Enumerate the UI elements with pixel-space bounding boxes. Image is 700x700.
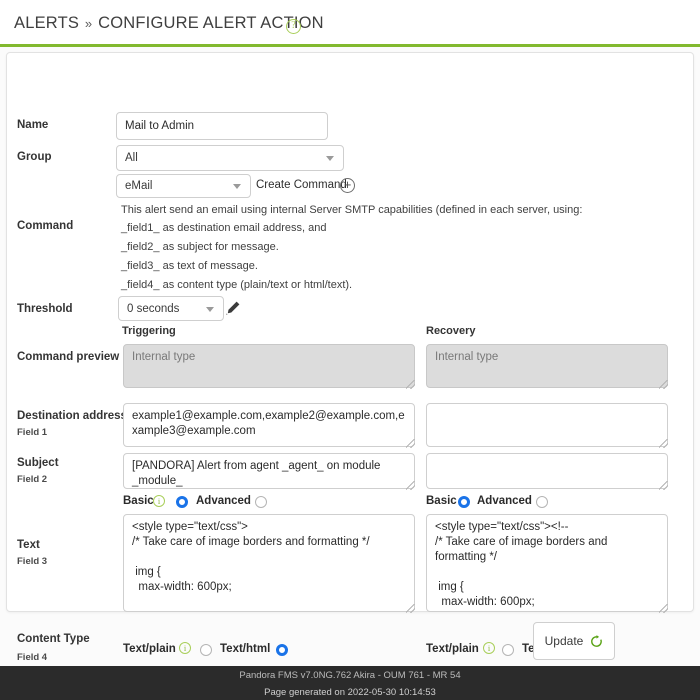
command-preview-triggering[interactable] (123, 344, 415, 388)
chevron-down-icon (326, 156, 334, 161)
field3-recovery-advanced-radio[interactable] (536, 496, 548, 508)
page-root: ALERTS » CONFIGURE ALERT ACTION ? Name G… (0, 0, 700, 700)
field1-triggering-input[interactable] (123, 403, 415, 447)
field2-triggering-input[interactable] (123, 453, 415, 489)
field3-triggering-basic-radio[interactable] (176, 496, 188, 508)
field4-sublabel: Field 4 (17, 652, 48, 663)
field3-recovery-input[interactable] (426, 514, 668, 612)
field3-triggering-input[interactable] (123, 514, 415, 612)
threshold-label: Threshold (17, 303, 73, 315)
command-description-line-4: _field3_ as text of message. (121, 260, 258, 272)
field3-recovery-basic-label[interactable]: Basic (426, 495, 457, 507)
field3-recovery-advanced-label[interactable]: Advanced (477, 495, 532, 507)
footer-timestamp: Page generated on 2022-05-30 10:14:53 (264, 687, 436, 698)
field3-triggering-basic-label[interactable]: Basic (123, 495, 154, 507)
field2-label: Subject (17, 457, 59, 469)
breadcrumb-separator: » (84, 16, 93, 31)
chevron-down-icon (233, 184, 241, 189)
command-label: Command (17, 220, 74, 232)
field1-label: Destination address (17, 410, 127, 422)
field4-label: Content Type (17, 633, 90, 645)
threshold-select[interactable]: 0 seconds (118, 296, 224, 321)
command-description-line-2: _field1_ as destination email address, a… (121, 222, 327, 234)
refresh-icon (591, 634, 603, 647)
group-select[interactable]: All (116, 145, 344, 171)
column-header-recovery: Recovery (426, 325, 476, 337)
field3-sublabel: Field 3 (17, 556, 48, 567)
help-icon[interactable]: ? (286, 19, 301, 34)
help-icon[interactable]: i (483, 642, 495, 654)
command-description-line-5: _field4_ as content type (plain/text or … (121, 279, 353, 291)
header-divider (0, 44, 700, 47)
breadcrumb-section[interactable]: ALERTS (14, 14, 79, 32)
field4-recovery-plain-radio[interactable] (502, 644, 514, 656)
field4-recovery-plain-label[interactable]: Text/plain (426, 643, 479, 655)
pencil-icon[interactable] (225, 300, 241, 316)
create-command-link[interactable]: Create Command (256, 179, 347, 191)
group-label: Group (17, 151, 52, 163)
breadcrumb: ALERTS » CONFIGURE ALERT ACTION (14, 14, 324, 33)
field2-recovery-input[interactable] (426, 453, 668, 489)
command-select-value: eMail (125, 180, 153, 192)
field4-triggering-html-label[interactable]: Text/html (220, 643, 270, 655)
page-footer: Pandora FMS v7.0NG.762 Akira - OUM 761 -… (0, 666, 700, 700)
field1-recovery-input[interactable] (426, 403, 668, 447)
field3-triggering-advanced-label[interactable]: Advanced (196, 495, 251, 507)
footer-version: Pandora FMS v7.0NG.762 Akira - OUM 761 -… (239, 670, 461, 681)
chevron-down-icon (206, 306, 214, 312)
group-select-value: All (125, 152, 138, 164)
alert-action-form-panel: Name Group All eMail Create Command + Co… (6, 52, 694, 663)
field3-label: Text (17, 539, 40, 551)
column-header-triggering: Triggering (122, 325, 176, 337)
field4-triggering-html-radio[interactable] (276, 644, 288, 656)
field3-triggering-advanced-radio[interactable] (255, 496, 267, 508)
field3-recovery-basic-radio[interactable] (458, 496, 470, 508)
field4-triggering-plain-label[interactable]: Text/plain (123, 643, 176, 655)
threshold-select-value: 0 seconds (127, 302, 180, 315)
name-input[interactable] (116, 112, 328, 140)
command-description-line-1: This alert send an email using internal … (121, 204, 583, 216)
field2-sublabel: Field 2 (17, 474, 48, 485)
update-button[interactable]: Update (533, 622, 615, 660)
command-preview-recovery[interactable] (426, 344, 668, 388)
name-label: Name (17, 119, 49, 131)
help-icon[interactable]: i (179, 642, 191, 654)
command-description-line-3: _field2_ as subject for message. (121, 241, 279, 253)
plus-circle-icon[interactable]: + (340, 178, 355, 193)
command-select[interactable]: eMail (116, 174, 251, 198)
page-header: ALERTS » CONFIGURE ALERT ACTION ? (0, 0, 700, 47)
command-preview-label: Command preview (17, 351, 120, 363)
help-icon[interactable]: i (153, 495, 165, 507)
field4-triggering-plain-radio[interactable] (200, 644, 212, 656)
update-button-label: Update (544, 634, 584, 648)
field1-sublabel: Field 1 (17, 427, 48, 438)
